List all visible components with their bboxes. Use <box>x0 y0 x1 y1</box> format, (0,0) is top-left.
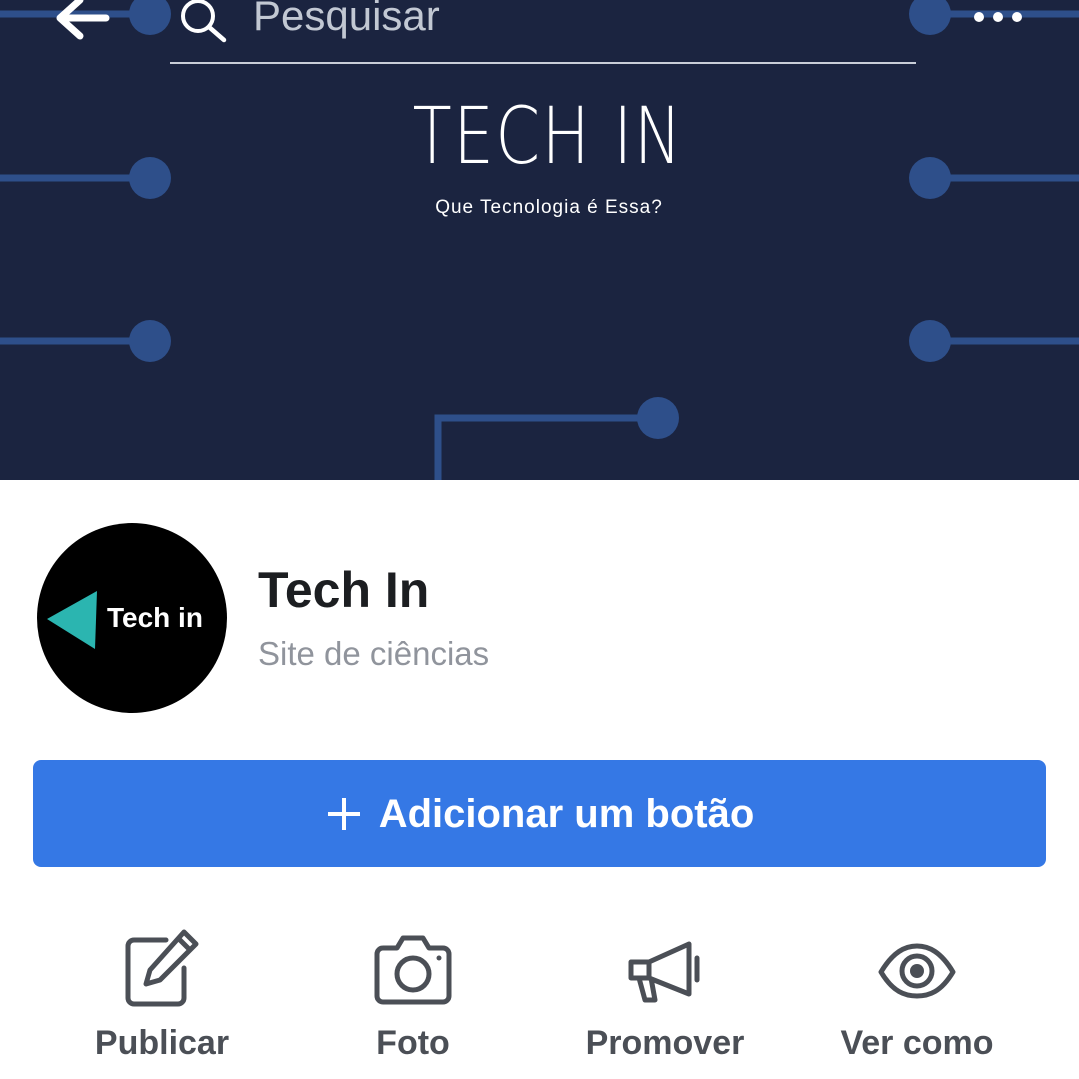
more-options-button[interactable] <box>970 4 1026 30</box>
add-button-cta[interactable]: Adicionar um botão <box>33 760 1046 867</box>
eye-icon <box>878 943 956 999</box>
play-triangle-icon <box>47 591 97 649</box>
page-title: Tech In <box>258 562 430 618</box>
plus-icon <box>327 797 360 830</box>
photo-action[interactable]: Foto <box>293 928 533 1068</box>
megaphone-icon <box>628 941 700 1003</box>
publish-label: Publicar <box>94 1024 230 1062</box>
add-button-label: Adicionar um botão <box>378 791 755 836</box>
cover-brand-subtitle: Que Tecnologia é Essa? <box>435 197 663 218</box>
edit-icon <box>125 929 199 1007</box>
arrow-left-icon <box>56 0 110 40</box>
search-icon <box>181 0 227 43</box>
circuit-pattern <box>0 0 1079 480</box>
page-category: Site de ciências <box>258 635 490 672</box>
cover-photo[interactable]: Pesquisar TECH IN Que Tecnologia é Essa? <box>0 0 1079 480</box>
avatar[interactable]: Tech in <box>37 523 227 713</box>
more-dots-icon <box>974 12 1022 22</box>
top-bar: Pesquisar <box>0 0 1079 70</box>
view-as-action[interactable]: Ver como <box>797 928 1037 1068</box>
cover-brand-title: TECH IN <box>412 92 684 182</box>
view-as-label: Ver como <box>840 1024 994 1062</box>
camera-icon <box>374 935 452 1005</box>
search-input[interactable]: Pesquisar <box>170 0 916 64</box>
back-button[interactable] <box>56 0 112 40</box>
promote-label: Promover <box>585 1024 745 1062</box>
photo-label: Foto <box>376 1024 450 1062</box>
avatar-logo-text: Tech in <box>107 602 203 633</box>
promote-action[interactable]: Promover <box>545 928 785 1068</box>
search-placeholder: Pesquisar <box>253 0 440 39</box>
publish-action[interactable]: Publicar <box>42 928 282 1068</box>
